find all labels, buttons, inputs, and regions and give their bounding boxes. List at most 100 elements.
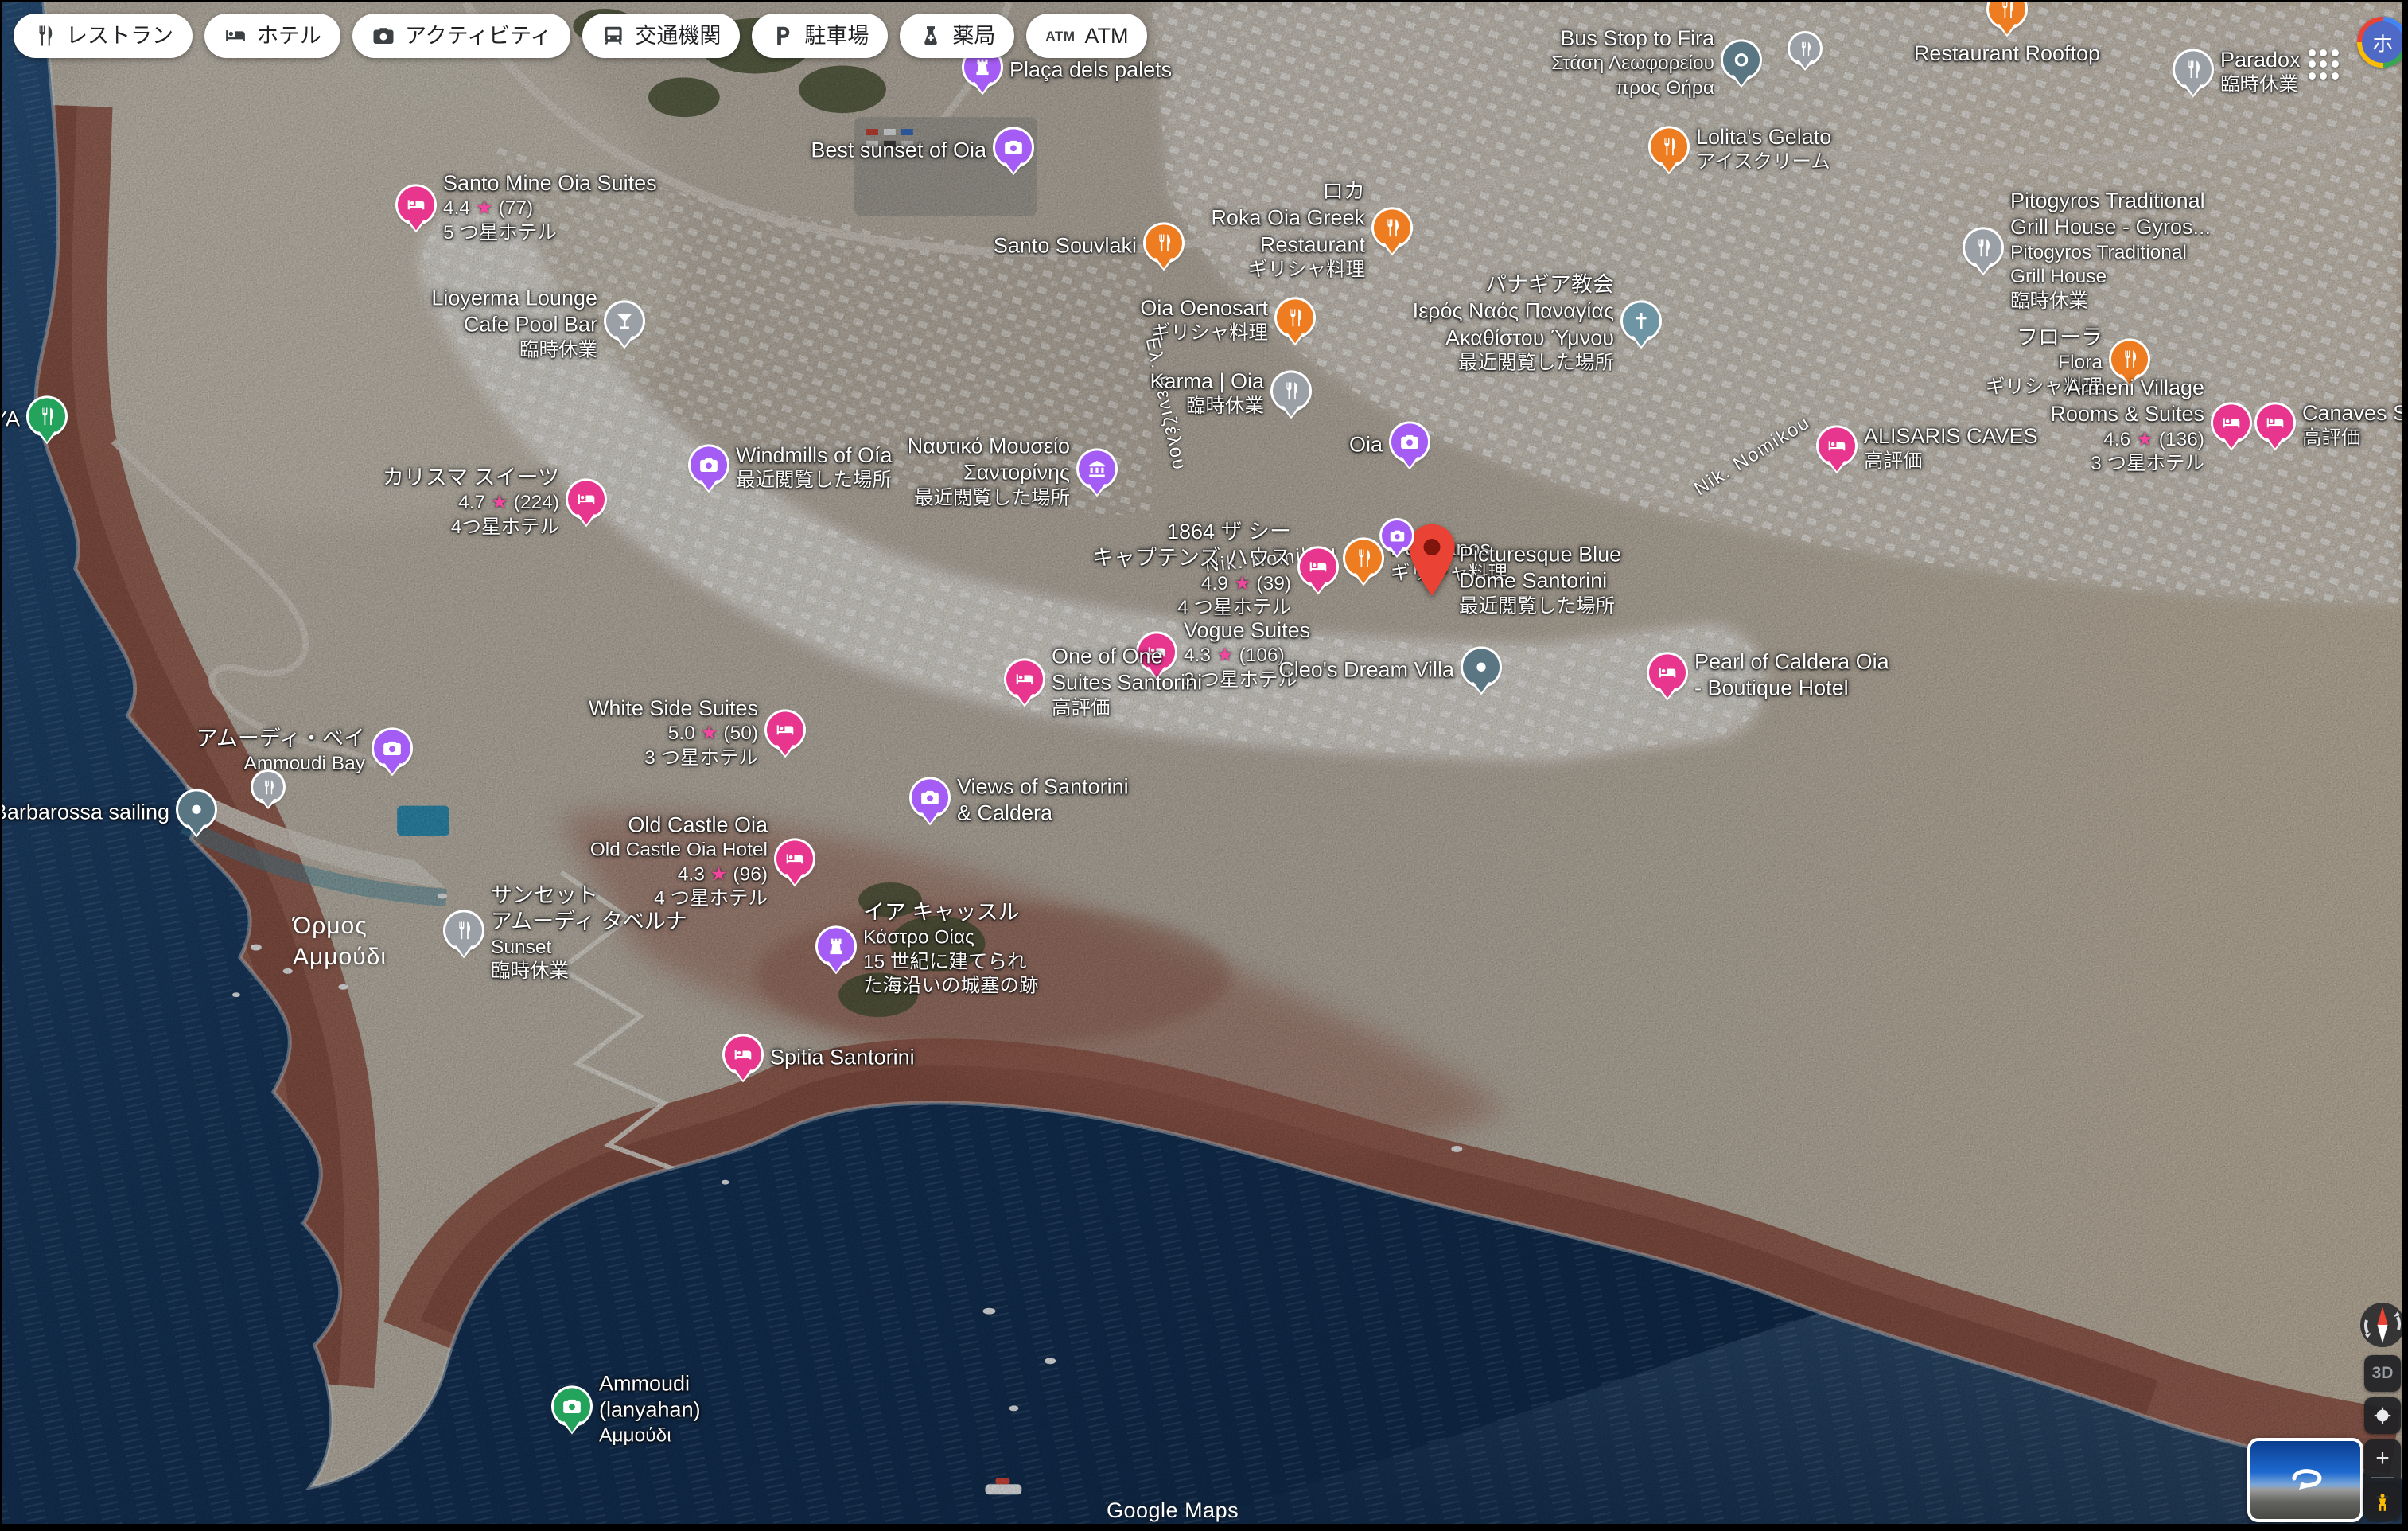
- picturesque-blue-dome-santorini-label: Picturesque BlueDome Santorini最近閲覧した場所: [1459, 541, 1621, 618]
- label-line: 4.7 ★ (224): [383, 491, 559, 515]
- one-of-one-suites-label: One of OneSuites Santorini高評価: [1052, 643, 1202, 720]
- camera-glyph-icon: [382, 738, 403, 758]
- category-toolbar: レストランホテル アクティビティ 交通機関 駐車場 薬局 ATMATM: [14, 14, 1147, 58]
- restaurant-glyph-icon: [1973, 237, 1994, 258]
- bed-glyph-icon: [2221, 412, 2242, 433]
- label-line: 臨時休業: [2010, 290, 2211, 314]
- google-apps-grid-icon[interactable]: [2304, 45, 2344, 84]
- best-sunset-of-oia-pin-icon: [995, 129, 1032, 166]
- closed-restaurant-north-pin-icon: [1790, 33, 1820, 64]
- oia-oenosart-pin-icon: [1277, 299, 1313, 336]
- label-line: Roka Oia Greek: [1211, 205, 1365, 232]
- cocktail-glyph-icon: [614, 310, 635, 331]
- label-line: Flora: [1986, 351, 2103, 375]
- filter-chip-label: 駐車場: [804, 25, 869, 47]
- label-line: 5.0 ★ (50): [589, 722, 758, 746]
- label-line: Restaurant Rooftop: [1914, 41, 2100, 67]
- restaurant-glyph-icon: [2183, 59, 2204, 80]
- zoom-in-button[interactable]: +: [2364, 1439, 2401, 1477]
- bed-glyph-icon: [1308, 556, 1328, 577]
- label-line: 15 世紀に建てられ: [863, 951, 1039, 975]
- label-line: - Boutique Hotel: [1694, 676, 1889, 702]
- label-line: Αμμούδι: [599, 1424, 701, 1447]
- filter-chip-transit[interactable]: 交通機関: [582, 14, 740, 58]
- label-line: Spitia Santorini: [770, 1044, 915, 1070]
- camera-glyph-icon: [1003, 137, 1024, 158]
- ammoudi-beach-label: Ammoudi(lanyahan)Αμμούδι: [599, 1370, 701, 1447]
- filter-chip-activities[interactable]: アクティビティ: [352, 14, 570, 58]
- oia-castle-pin-icon: [818, 928, 854, 964]
- ammoudi-bay-label: アムーディ・ベイAmmoudi Bay: [196, 726, 365, 777]
- de-oya-pin-icon: [29, 398, 65, 434]
- restaurant-glyph-icon: [37, 406, 57, 427]
- label-line: 臨時休業: [1150, 395, 1264, 419]
- label-line: Armeni Village: [2050, 375, 2204, 401]
- ring-glyph-icon: [1731, 49, 1752, 70]
- santo-mine-oia-suites-pin-icon: [398, 186, 434, 223]
- label-line: Barbarossa sailing: [2, 799, 169, 825]
- filter-chip-restaurants[interactable]: レストラン: [14, 14, 193, 58]
- label-line: アムーディ・ベイ: [196, 726, 365, 752]
- label-line: 臨時休業: [2220, 74, 2301, 98]
- alisaris-caves-pin-icon: [1819, 427, 1855, 464]
- cross-glyph-icon: [1631, 310, 1651, 331]
- pearl-of-caldera-oia-pin-icon: [1649, 654, 1686, 691]
- charisma-suites-label: カリスマ スイーツ4.7 ★ (224)4つ星ホテル: [383, 465, 559, 540]
- label-line: Σαντορίνης: [908, 460, 1070, 486]
- spitia-santorini-pin-icon: [725, 1036, 761, 1073]
- camera-glyph-icon: [920, 787, 940, 808]
- sunset-ammoudi-taverna-pin-icon: [445, 912, 482, 949]
- dot-glyph-icon: [186, 799, 207, 820]
- pelekanos-pin-icon: [1345, 540, 1382, 576]
- label-line: Κάστρο Οίας: [863, 926, 1039, 950]
- windmills-of-oia-pin-icon: [691, 446, 727, 483]
- pitogyros-grill-house-pin-icon: [1965, 229, 2001, 266]
- label-line: アムーディ タベルナ: [491, 910, 687, 936]
- label-line: パナギア教会: [1413, 272, 1614, 298]
- map-canvas[interactable]: Plaça dels paletsRestaurant RooftopBus S…: [2, 2, 2402, 1524]
- label-line: Karma | Oia: [1150, 368, 1264, 395]
- label-line: 最近閲覧した場所: [1459, 594, 1621, 618]
- bed-glyph-icon: [733, 1044, 753, 1065]
- google-maps-watermark: Google Maps: [1107, 1498, 1239, 1523]
- placa-dels-palets-label: Plaça dels palets: [1009, 56, 1172, 83]
- label-line: Restaurant: [1211, 232, 1365, 259]
- my-location-button[interactable]: [2364, 1397, 2401, 1434]
- filter-chip-hotels[interactable]: ホテル: [204, 14, 340, 58]
- label-line: アイスクリーム: [1696, 151, 1831, 175]
- camera-icon: [372, 24, 395, 48]
- target-icon: [2372, 1405, 2393, 1426]
- compass-control[interactable]: [2359, 1301, 2402, 1349]
- filter-chip-parking[interactable]: 駐車場: [752, 14, 888, 58]
- pegman-icon: [2372, 1492, 2393, 1513]
- barbarossa-sailing-pin-icon: [178, 791, 215, 828]
- ammoudi-beach-pin-icon: [554, 1388, 590, 1424]
- filter-chip-label: アクティビティ: [405, 25, 551, 47]
- 3d-toggle-button[interactable]: 3D: [2364, 1355, 2401, 1392]
- label-line: Plaça dels palets: [1009, 56, 1172, 83]
- restaurant-glyph-icon: [1353, 547, 1374, 568]
- filter-chip-atms[interactable]: ATMATM: [1026, 14, 1147, 58]
- filter-chip-pharmacies[interactable]: 薬局: [900, 14, 1014, 58]
- rotate-view-icon: [2283, 1461, 2328, 1493]
- account-avatar[interactable]: ホ: [2357, 17, 2402, 68]
- label-line: Grill House: [2010, 265, 2211, 289]
- pegman-button[interactable]: [2364, 1484, 2401, 1521]
- label-line: フローラ: [1986, 325, 2103, 351]
- label-line: 4つ星ホテル: [383, 516, 559, 540]
- cleos-dream-villa-label: Cleo's Dream Villa: [1278, 656, 1454, 683]
- bed-glyph-icon: [1657, 662, 1678, 683]
- label-line: Grill House - Gyros...: [2010, 214, 2211, 240]
- label-line: 高評価: [1052, 696, 1202, 720]
- oia-camera-2-pin-icon: [1382, 520, 1412, 551]
- ammoudi-restaurant-closed-pin-icon: [253, 772, 283, 802]
- best-sunset-of-oia-label: Best sunset of Oia: [811, 137, 986, 163]
- bus-stop-to-fira-pin-icon: [1723, 41, 1760, 78]
- label-line: 3 つ星ホテル: [2050, 452, 2204, 476]
- dot-glyph-icon: [1471, 656, 1492, 677]
- label-line: Sunset: [491, 936, 687, 960]
- street-view-preview[interactable]: [2247, 1438, 2363, 1522]
- label-line: White Side Suites: [589, 695, 758, 722]
- oia-oenosart-label: Oia Oenosartギリシャ料理: [1140, 295, 1268, 346]
- label-line: Cleo's Dream Villa: [1278, 656, 1454, 683]
